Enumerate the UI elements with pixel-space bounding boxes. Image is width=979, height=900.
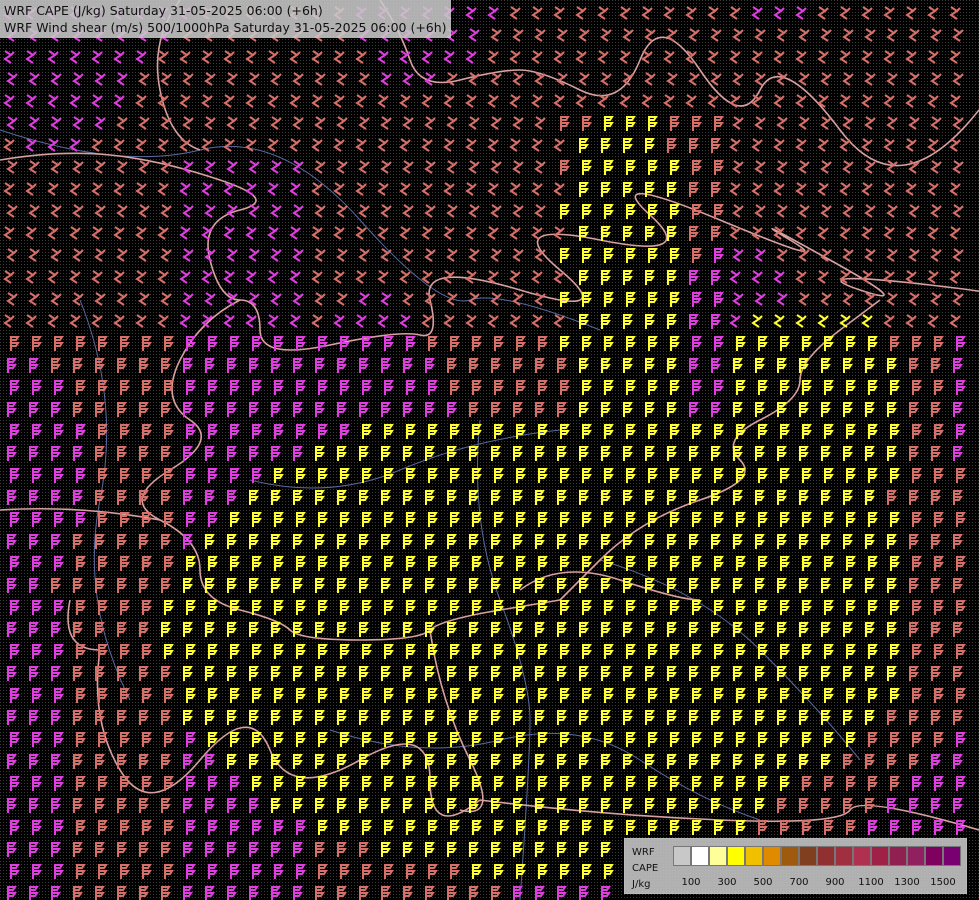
legend-tick-label: 300 xyxy=(717,877,737,888)
legend-swatch xyxy=(925,846,943,866)
legend-swatch xyxy=(817,846,835,866)
legend-swatch xyxy=(835,846,853,866)
wind-shear-map xyxy=(0,0,979,900)
legend-swatch xyxy=(691,846,709,866)
legend-tick-labels: 100 300 500 700 900 1100 1300 1500 xyxy=(673,877,963,889)
cape-title: WRF CAPE (J/kg) Saturday 31-05-2025 06:0… xyxy=(4,3,323,18)
legend-tick-label: 500 xyxy=(753,877,773,888)
cape-legend: WRF CAPE J/kg 100 300 500 700 900 1100 1300 150… xyxy=(624,838,967,894)
legend-swatch xyxy=(763,846,781,866)
map-title-box: WRF CAPE (J/kg) Saturday 31-05-2025 06:0… xyxy=(0,0,451,38)
legend-tick-label: 900 xyxy=(825,877,845,888)
legend-label-cape: CAPE xyxy=(632,863,659,874)
legend-color-scale xyxy=(673,846,961,866)
legend-swatch xyxy=(889,846,907,866)
legend-tick-label: 1300 xyxy=(894,877,920,888)
legend-swatch xyxy=(871,846,889,866)
legend-swatch xyxy=(853,846,871,866)
legend-swatch xyxy=(781,846,799,866)
legend-label-unit: J/kg xyxy=(632,879,651,890)
legend-tick-label: 1500 xyxy=(930,877,956,888)
map-background xyxy=(0,0,979,900)
legend-swatch xyxy=(727,846,745,866)
legend-tick-label: 1100 xyxy=(858,877,884,888)
legend-tick-label: 100 xyxy=(681,877,701,888)
legend-swatch xyxy=(943,846,961,866)
wind-shear-title: WRF Wind shear (m/s) 500/1000hPa Saturda… xyxy=(4,20,447,35)
legend-swatch xyxy=(799,846,817,866)
legend-tick-label: 700 xyxy=(789,877,809,888)
legend-swatch xyxy=(673,846,691,866)
legend-swatch xyxy=(745,846,763,866)
legend-label-wrf: WRF xyxy=(632,847,655,858)
legend-swatch xyxy=(907,846,925,866)
legend-swatch xyxy=(709,846,727,866)
